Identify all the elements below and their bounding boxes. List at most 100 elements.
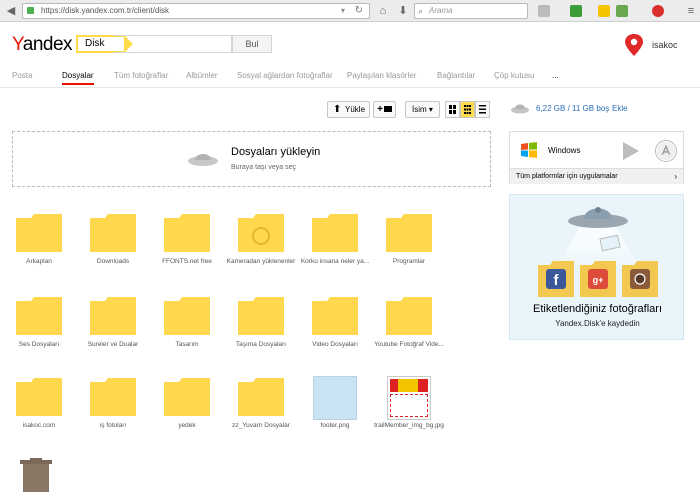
dropzone-title: Dosyaları yükleyin <box>231 146 321 158</box>
download-icon[interactable]: ⬇ <box>396 4 410 18</box>
tab-mail[interactable]: Posta <box>12 71 32 80</box>
folder-icon <box>90 214 136 252</box>
url-bar[interactable]: https://disk.yandex.com.tr/client/disk ▾… <box>22 3 370 19</box>
url-text: https://disk.yandex.com.tr/client/disk <box>41 6 170 15</box>
file-item[interactable]: Kameradan yüklenenler <box>226 214 296 294</box>
upload-button[interactable]: ⬆ Yükle <box>327 101 370 118</box>
tab-trash[interactable]: Çöp kutusu <box>494 71 534 80</box>
file-item[interactable]: Ses Dosyaları <box>4 297 74 377</box>
username[interactable]: isakoc <box>652 40 678 50</box>
new-folder-plus: + <box>377 104 383 115</box>
tab-all-photos[interactable]: Tüm fotoğraflar <box>114 71 168 80</box>
file-item[interactable]: Tasarım <box>152 297 222 377</box>
promo-title: Etiketlendiğiniz fotoğrafları <box>532 303 662 315</box>
home-icon[interactable]: ⌂ <box>376 4 390 18</box>
folder-icon <box>312 214 358 252</box>
lock-icon <box>27 7 34 14</box>
promo-illustration: f g+ <box>538 207 658 297</box>
file-name: Youtube Fotoğraf Vide... <box>374 341 444 348</box>
file-name: Arkaplan <box>26 258 52 265</box>
windows-label[interactable]: Windows <box>548 146 580 155</box>
folder-icon <box>383 106 392 113</box>
search-button[interactable]: Bul <box>232 35 272 53</box>
file-name: Ses Dosyaları <box>18 341 60 348</box>
add-space-link[interactable]: Ekle <box>612 104 628 113</box>
tab-social-photos[interactable]: Sosyal ağlardan fotoğraflar <box>237 71 333 80</box>
tab-files[interactable]: Dosyalar <box>62 71 94 85</box>
view-large-icons-button[interactable] <box>445 101 460 118</box>
addon-icon[interactable] <box>616 5 628 17</box>
file-item[interactable]: iş fotoları <box>78 378 148 458</box>
tab-links[interactable]: Bağlantılar <box>437 71 475 80</box>
upload-dropzone[interactable]: Dosyaları yükleyin Buraya taşı veya seç <box>12 131 491 187</box>
browser-search-input[interactable]: ⌕ Arama <box>414 3 528 19</box>
extension-icon[interactable] <box>570 5 582 17</box>
folder-icon <box>386 297 432 335</box>
sort-dropdown[interactable]: İsim ▾ <box>405 101 440 118</box>
file-item[interactable]: FFONTS.net free <box>152 214 222 294</box>
file-name: yedek <box>178 422 196 429</box>
file-item[interactable]: Sureler ve Dualar <box>78 297 148 377</box>
folder-icon <box>238 297 284 335</box>
file-name: trailMember_img_bg.jpg <box>374 422 444 429</box>
file-item[interactable]: Arkaplan <box>4 214 74 294</box>
file-item[interactable]: Programlar <box>374 214 444 294</box>
view-list-button[interactable] <box>475 101 490 118</box>
apps-link-label: Tüm platformlar için uygulamalar <box>516 173 618 180</box>
yandex-logo[interactable]: Yandex <box>12 34 73 56</box>
file-item[interactable]: Video Dosyaları <box>300 297 370 377</box>
tab-shared-folders[interactable]: Paylaşılan klasörler <box>347 71 416 80</box>
disk-ufo-icon <box>511 104 529 114</box>
browser-search-placeholder: Arama <box>429 6 453 15</box>
file-name: Downloads <box>96 258 130 265</box>
file-name: Sureler ve Dualar <box>87 341 139 348</box>
reload-icon[interactable]: ↻ <box>355 4 363 18</box>
file-name: Taşıma Dosyaları <box>235 341 287 348</box>
sort-label: İsim <box>412 105 427 114</box>
file-item[interactable]: Downloads <box>78 214 148 294</box>
new-folder-button[interactable]: + <box>373 101 396 118</box>
file-name: iş fotoları <box>99 422 127 429</box>
file-name: Korku insana neler ya... <box>300 258 370 265</box>
cursor-icon[interactable] <box>598 5 610 17</box>
all-platforms-link[interactable]: Tüm platformlar için uygulamalar › <box>510 168 683 184</box>
image-thumbnail <box>387 376 431 420</box>
app-store-icon[interactable] <box>655 140 677 162</box>
file-item[interactable]: zz_Yuvarn Dosyalar <box>226 378 296 458</box>
folder-icon <box>16 378 62 416</box>
downloads-icon[interactable] <box>538 5 550 17</box>
file-name: Kameradan yüklenenler <box>226 258 296 265</box>
menu-icon[interactable]: ≡ <box>684 4 698 18</box>
file-item[interactable]: trailMember_img_bg.jpg <box>374 376 444 458</box>
tab-albums[interactable]: Albümler <box>186 71 218 80</box>
tab-more[interactable]: ... <box>552 71 559 80</box>
ufo-icon <box>188 154 218 166</box>
windows-icon[interactable] <box>520 141 538 159</box>
file-name: Programlar <box>392 258 426 265</box>
search-input[interactable] <box>114 35 232 53</box>
back-icon[interactable]: ◀ <box>4 4 18 18</box>
file-item[interactable]: isakoc.com <box>4 378 74 458</box>
quota-text: 6,22 GB / 11 GB boş <box>536 104 610 113</box>
adblock-icon[interactable] <box>652 5 664 17</box>
promo-banner[interactable]: f g+ Etiketlendiğiniz fotoğrafları Yande… <box>509 194 684 340</box>
file-item[interactable]: yedek <box>152 378 222 458</box>
upload-label: Yükle <box>345 105 366 114</box>
file-item[interactable]: footer.png <box>300 376 370 458</box>
file-item[interactable]: Taşıma Dosyaları <box>226 297 296 377</box>
trash-icon[interactable] <box>18 458 54 492</box>
browser-toolbar: ◀ https://disk.yandex.com.tr/client/disk… <box>0 0 700 22</box>
apps-box: Windows Tüm platformlar için uygulamalar… <box>509 131 684 184</box>
file-name: zz_Yuvarn Dosyalar <box>232 422 290 429</box>
chevron-right-icon: › <box>674 172 677 181</box>
dropzone-subtitle[interactable]: Buraya taşı veya seç <box>231 164 296 171</box>
google-play-icon[interactable] <box>622 141 640 161</box>
chevron-down-icon: ▾ <box>428 105 433 114</box>
file-item[interactable]: Korku insana neler ya... <box>300 214 370 294</box>
view-small-icons-button[interactable] <box>460 101 475 118</box>
file-item[interactable]: Youtube Fotoğraf Vide... <box>374 297 444 377</box>
site-header: Yandex Disk Bul isakoc <box>0 22 700 66</box>
url-dropdown-icon[interactable]: ▾ <box>341 4 345 18</box>
folder-icon <box>16 297 62 335</box>
avatar[interactable] <box>625 34 643 56</box>
